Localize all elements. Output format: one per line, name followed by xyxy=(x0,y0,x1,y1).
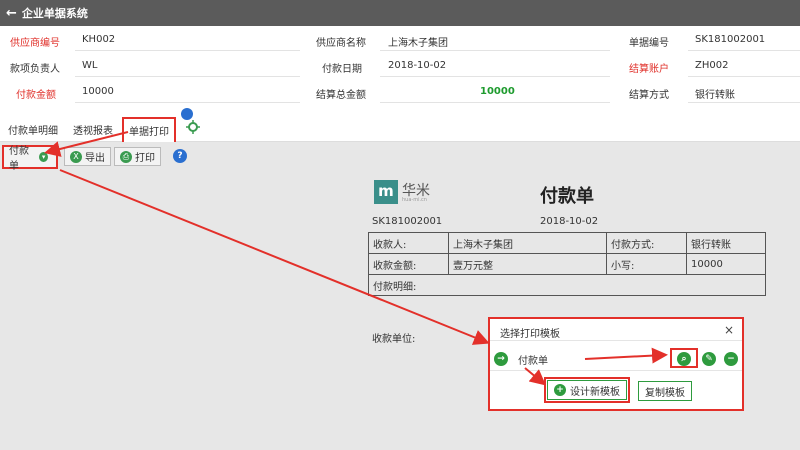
help-icon[interactable]: ? xyxy=(173,149,187,163)
amount-label: 收款金额: xyxy=(368,253,449,275)
supplier-name-label: 供应商名称 xyxy=(316,38,366,49)
select-template-dialog: 选择打印模板 × → 付款单 ⌕ ✎ − + 设计新模板 复制模板 xyxy=(488,317,744,411)
doc-number-label: 单据编号 xyxy=(629,38,669,49)
design-new-template-button[interactable]: + 设计新模板 xyxy=(544,377,630,403)
template-select-button[interactable]: 付款单 ▾ xyxy=(2,145,58,172)
arrow-left-icon[interactable]: ← xyxy=(6,6,17,21)
pay-method-value: 银行转账 xyxy=(686,232,766,254)
pay-amount-label: 付款金额 xyxy=(16,90,56,101)
print-button[interactable]: ⎙ 打印 xyxy=(114,147,161,166)
total-amount-label: 结算总金额 xyxy=(316,90,366,101)
copy-template-button[interactable]: 复制模板 xyxy=(638,381,692,401)
template-name[interactable]: 付款单 xyxy=(518,352,548,367)
settle-method-value[interactable]: 银行转账 xyxy=(695,86,735,101)
supplier-code-label: 供应商编号 xyxy=(10,38,60,49)
printer-icon: ⎙ xyxy=(120,150,132,163)
close-icon[interactable]: × xyxy=(724,323,734,337)
doc-title: 付款单 xyxy=(540,186,594,207)
print-toolbar: 付款单 ▾ X 导出 ⎙ 打印 ? xyxy=(0,145,800,172)
chevron-down-icon: ▾ xyxy=(39,152,48,162)
edit-icon[interactable]: ✎ xyxy=(702,352,716,366)
payee-value: 上海木子集团 xyxy=(448,232,607,254)
doc-date: 2018-10-02 xyxy=(540,216,599,227)
remove-icon[interactable]: − xyxy=(724,352,738,366)
owner-label: 款项负责人 xyxy=(10,64,60,75)
supplier-code-value[interactable]: KH002 xyxy=(82,34,115,45)
tab-doc-print[interactable]: 单据打印 xyxy=(122,117,176,144)
xls-icon: X xyxy=(70,150,82,163)
pay-date-value[interactable]: 2018-10-02 xyxy=(388,60,446,71)
small-amount-label: 小写: xyxy=(606,253,687,275)
pay-amount-value[interactable]: 10000 xyxy=(82,86,114,97)
detail-label: 付款明细: xyxy=(368,274,766,296)
app-title: 企业单据系统 xyxy=(21,7,88,20)
tab-pivot-report[interactable]: 透视报表 xyxy=(73,122,113,137)
doc-number-value[interactable]: SK181002001 xyxy=(695,34,765,45)
payment-table: 收款人: 上海木子集团 付款方式: 银行转账 收款金额: 壹万元整 小写: 10… xyxy=(368,232,766,296)
total-amount-value: 10000 xyxy=(480,86,515,97)
drag-move-icon[interactable] xyxy=(186,120,200,134)
account-label: 结算账户 xyxy=(629,64,669,75)
owner-value[interactable]: WL xyxy=(82,60,97,71)
pay-date-label: 付款日期 xyxy=(322,64,362,75)
header-form: 供应商编号 KH002 供应商名称 上海木子集团 单据编号 SK18100200… xyxy=(0,26,800,114)
template-label: 付款单 xyxy=(9,146,29,172)
search-icon[interactable]: ⌕ xyxy=(677,352,691,366)
design-button-label: 设计新模板 xyxy=(570,386,620,398)
amount-value: 壹万元整 xyxy=(448,253,607,275)
export-button[interactable]: X 导出 xyxy=(64,147,111,166)
small-amount-value: 10000 xyxy=(686,253,766,275)
export-label: 导出 xyxy=(85,153,105,164)
form-row: 供应商编号 KH002 供应商名称 上海木子集团 单据编号 SK18100200… xyxy=(0,26,800,52)
account-value[interactable]: ZH002 xyxy=(695,60,728,71)
payee-label: 收款人: xyxy=(368,232,449,254)
template-row[interactable]: → 付款单 ⌕ ✎ − xyxy=(490,347,742,371)
form-row: 付款金额 10000 结算总金额 10000 结算方式 银行转账 xyxy=(0,78,800,104)
copy-button-label: 复制模板 xyxy=(645,387,685,399)
print-label: 打印 xyxy=(135,153,155,164)
title-bar: ← 企业单据系统 xyxy=(0,0,800,26)
arrow-right-icon: → xyxy=(494,352,508,366)
tab-bar: 付款单明细 透视报表 单据打印 xyxy=(0,108,800,144)
doc-number: SK181002001 xyxy=(372,216,443,227)
company-logo: m 华米 hua-mi.cn xyxy=(374,180,444,206)
plus-icon: + xyxy=(554,384,566,396)
settle-method-label: 结算方式 xyxy=(629,90,669,101)
dialog-header: 选择打印模板 × xyxy=(490,319,742,341)
dialog-title: 选择打印模板 xyxy=(500,329,560,340)
tab-help-icon[interactable] xyxy=(181,108,193,120)
supplier-name-value[interactable]: 上海木子集团 xyxy=(388,34,448,49)
form-row: 款项负责人 WL 付款日期 2018-10-02 结算账户 ZH002 xyxy=(0,52,800,78)
unit-label: 收款单位: xyxy=(372,334,416,345)
tab-payment-detail[interactable]: 付款单明细 xyxy=(8,122,58,137)
pay-method-label: 付款方式: xyxy=(606,232,687,254)
